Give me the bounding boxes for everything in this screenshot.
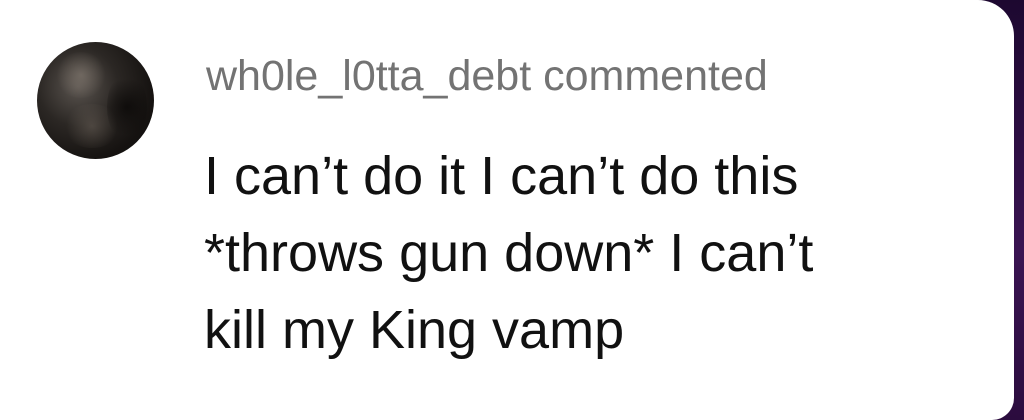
comment-body: I can’t do it I can’t do this *throws gu…: [204, 138, 994, 369]
username[interactable]: wh0le_l0tta_debt: [206, 52, 531, 100]
comment-text-line: kill my King vamp: [204, 300, 625, 360]
avatar-photo-detail: [107, 72, 147, 142]
comment-action-label: commented: [543, 52, 768, 100]
comment-card: wh0le_l0tta_debt commented I can’t do it…: [0, 0, 1014, 420]
comment-text-line: *throws gun down* I can’t: [204, 223, 814, 283]
user-avatar[interactable]: [37, 42, 154, 159]
comment-header: wh0le_l0tta_debt commented: [206, 46, 768, 106]
comment-text-line: I can’t do it I can’t do this: [204, 146, 799, 206]
screenshot-frame: wh0le_l0tta_debt commented I can’t do it…: [0, 0, 1024, 420]
avatar-photo-detail: [55, 52, 107, 98]
